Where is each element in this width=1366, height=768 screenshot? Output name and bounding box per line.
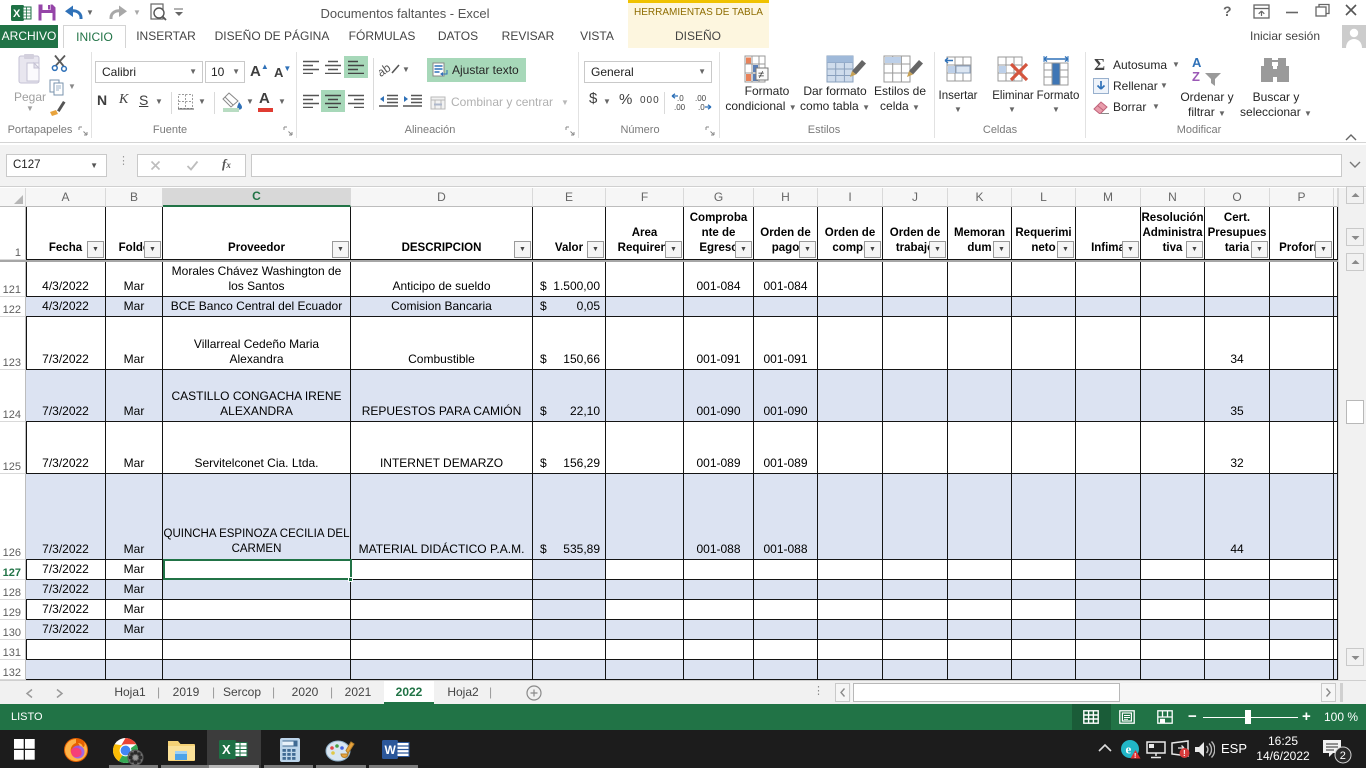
svg-text:Z: Z <box>1192 69 1200 84</box>
svg-text:A: A <box>1192 55 1202 70</box>
svg-text:.0: .0 <box>698 103 705 111</box>
svg-text:≠: ≠ <box>758 69 764 81</box>
svg-text:X: X <box>13 8 21 20</box>
svg-text:2: 2 <box>1340 750 1346 762</box>
svg-text:X: X <box>222 742 231 757</box>
svg-text:e: e <box>1126 742 1132 757</box>
svg-text:.00: .00 <box>695 94 707 103</box>
svg-text:.0: .0 <box>677 94 684 103</box>
svg-text:.00: .00 <box>674 103 686 111</box>
svg-text:W: W <box>385 743 397 757</box>
svg-text:ab: ab <box>379 61 394 77</box>
svg-text:!: ! <box>1183 749 1186 758</box>
svg-text:!: ! <box>1134 753 1136 760</box>
